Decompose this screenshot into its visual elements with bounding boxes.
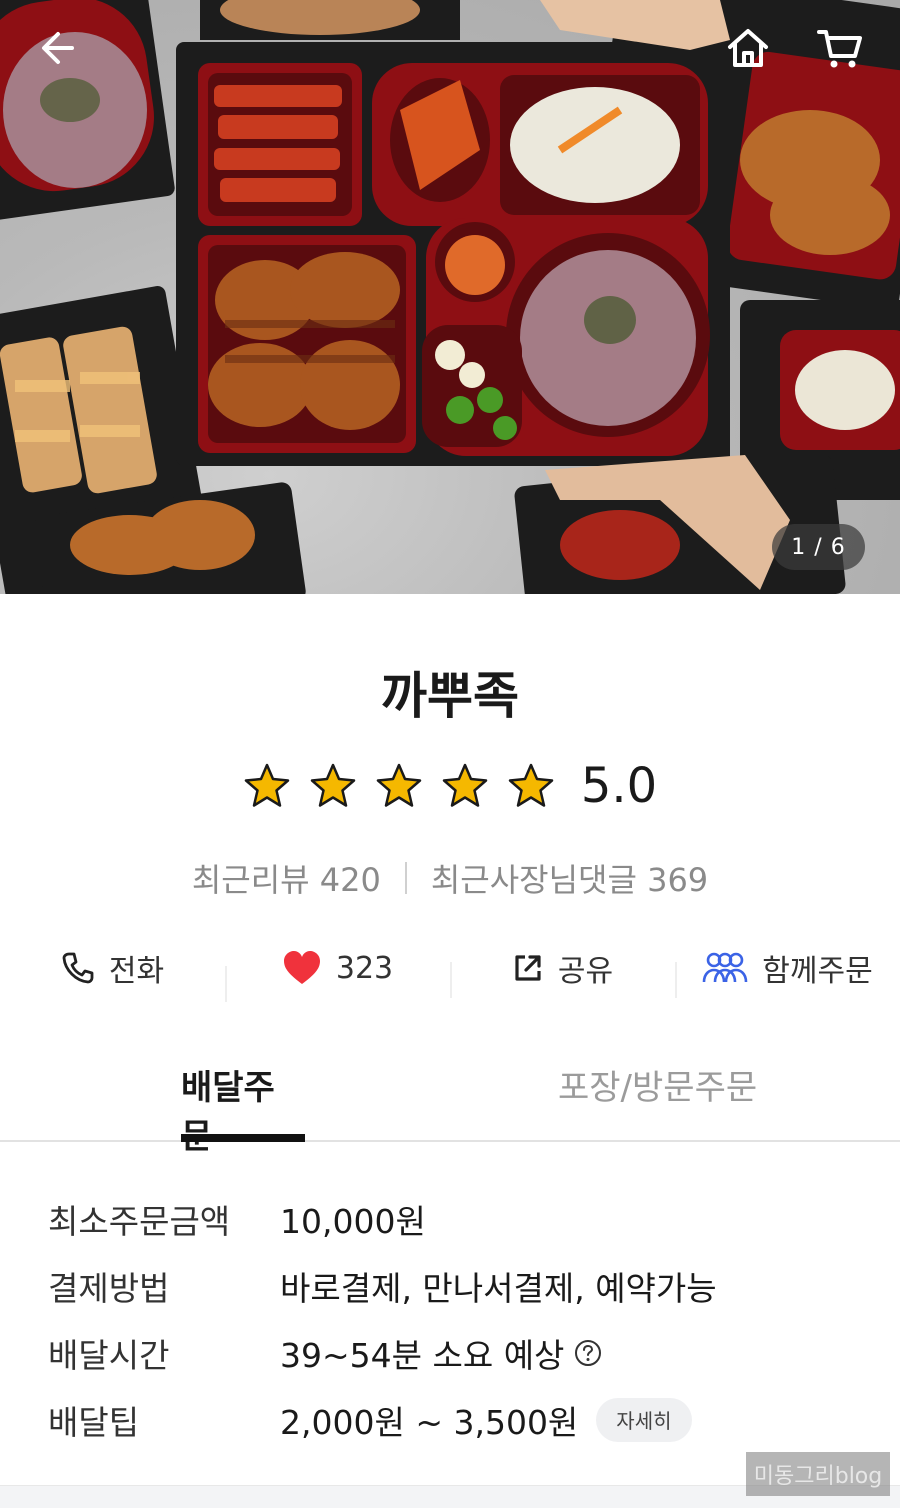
- group-order-label: 함께주문: [762, 954, 873, 989]
- store-name: 까뿌족: [381, 667, 519, 725]
- delivery-tip-row: 배달팁 2,000원 ~ 3,500원 자세히: [48, 1386, 868, 1453]
- rating-value: 5.0: [580, 758, 658, 814]
- info-label: 결제방법: [48, 1268, 170, 1308]
- divider: [404, 862, 407, 894]
- cart-button[interactable]: [810, 18, 870, 78]
- payment-method-row: 결제방법 바로결제, 만나서결제, 예약가능: [48, 1252, 868, 1319]
- delivery-info: 최소주문금액 10,000원 결제방법 바로결제, 만나서결제, 예약가능 배달…: [48, 1185, 868, 1453]
- phone-icon: [62, 952, 94, 984]
- tip-detail-button[interactable]: 자세히: [596, 1397, 692, 1442]
- info-value: 2,000원 ~ 3,500원: [280, 1402, 579, 1442]
- like-button[interactable]: 323: [225, 950, 450, 1002]
- recent-reviews-link[interactable]: 최근리뷰 420: [192, 855, 381, 901]
- call-button[interactable]: 전화: [0, 946, 225, 990]
- delivery-time-row: 배달시간 39~54분 소요 예상: [48, 1319, 868, 1386]
- min-order-row: 최소주문금액 10,000원: [48, 1185, 868, 1252]
- star-icon: [508, 763, 554, 807]
- star-icon: [310, 763, 356, 807]
- back-button[interactable]: [28, 18, 88, 78]
- heart-icon: [283, 951, 320, 984]
- share-icon: [515, 955, 541, 981]
- info-label: 배달시간: [48, 1335, 170, 1375]
- info-label: 최소주문금액: [48, 1201, 231, 1241]
- info-value-wrap: 39~54분 소요 예상: [280, 1329, 602, 1377]
- share-label: 공유: [557, 954, 614, 989]
- tab-pickup[interactable]: 포장/방문주문: [558, 1060, 778, 1140]
- rating-row: 5.0: [0, 758, 900, 814]
- info-label: 배달팁: [48, 1402, 140, 1442]
- cart-icon: [817, 30, 862, 68]
- group-order-button[interactable]: 함께주문: [675, 946, 900, 998]
- arrow-left-icon: [42, 32, 74, 64]
- owner-replies-link[interactable]: 최근사장님댓글 369: [431, 855, 708, 901]
- info-value: 39~54분 소요 예상: [280, 1335, 565, 1375]
- star-rating: [243, 762, 555, 810]
- order-type-tabs: 배달주문 포장/방문주문: [0, 1060, 900, 1157]
- info-value-wrap: 2,000원 ~ 3,500원 자세히: [280, 1396, 692, 1444]
- like-count: 323: [335, 950, 394, 986]
- review-counts: 최근리뷰 420 최근사장님댓글 369: [0, 855, 900, 901]
- action-bar: 전화 323 공유 함께주문: [0, 935, 900, 1002]
- hero-image[interactable]: 1 / 6: [0, 0, 900, 594]
- info-value: 10,000원: [280, 1201, 426, 1241]
- star-icon: [442, 763, 488, 807]
- star-icon: [244, 763, 290, 807]
- help-icon[interactable]: [574, 1339, 602, 1367]
- call-label: 전화: [108, 954, 165, 989]
- group-icon: [702, 952, 748, 983]
- tab-delivery[interactable]: 배달주문: [181, 1060, 305, 1157]
- share-button[interactable]: 공유: [450, 946, 675, 998]
- home-button[interactable]: [718, 18, 778, 78]
- image-counter: 1 / 6: [772, 524, 865, 570]
- food-photo: [0, 0, 900, 594]
- info-value: 바로결제, 만나서결제, 예약가능: [280, 1268, 717, 1308]
- home-icon: [728, 29, 768, 67]
- watermark: 미동그리blog: [746, 1452, 890, 1496]
- star-icon: [376, 763, 422, 807]
